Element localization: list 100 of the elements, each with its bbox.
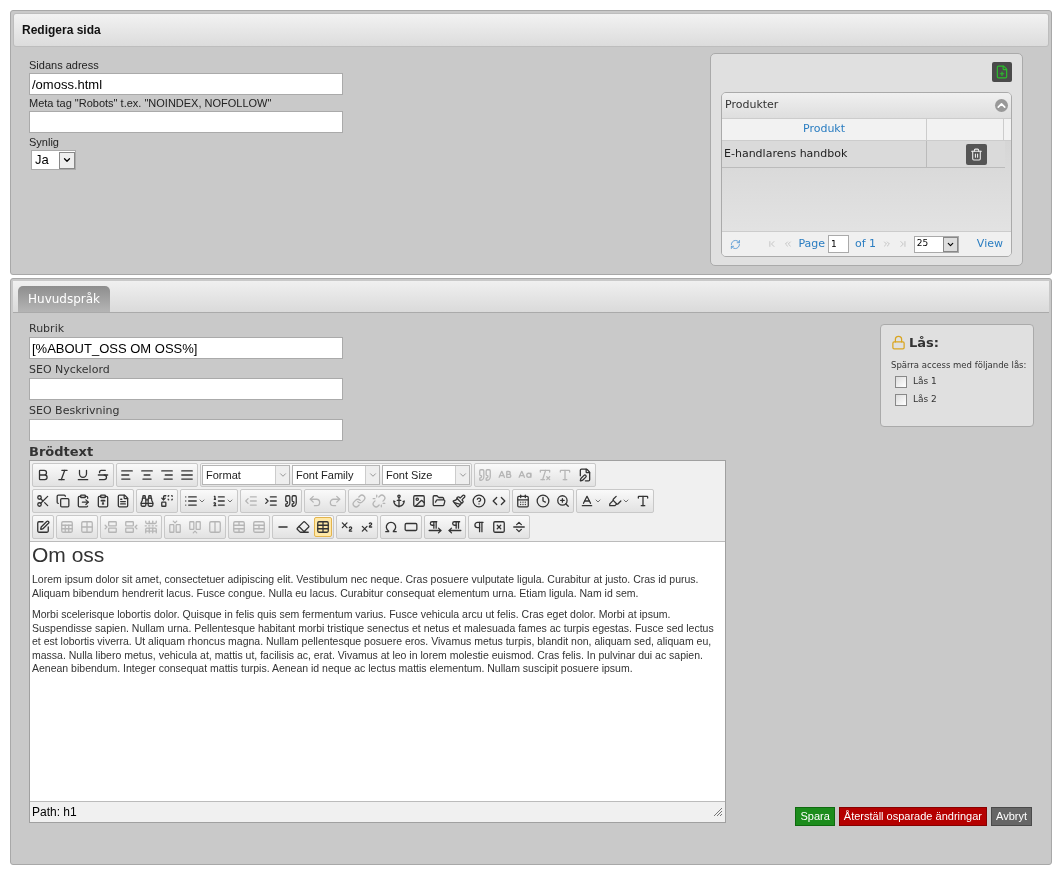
- checkbox[interactable]: [895, 393, 907, 406]
- field-label: Synlig: [29, 135, 60, 150]
- copy-icon: [56, 494, 70, 508]
- locks-title: Lås:: [909, 334, 939, 352]
- table-rows-icon: [144, 520, 158, 534]
- pen-square-icon: [36, 520, 50, 534]
- text-field[interactable]: /omoss.html: [29, 73, 343, 95]
- table-icon: [316, 520, 330, 534]
- checkbox[interactable]: [895, 376, 907, 388]
- text-color-icon: [580, 494, 594, 508]
- pilcrow-icon: [472, 520, 486, 534]
- link-icon: [352, 494, 366, 508]
- delete-button[interactable]: [965, 143, 987, 165]
- content-paragraph: Lorem ipsum dolor sit amet, consectetuer adipiscing elit. Vestibulum nec neque. Cras posuere vulputate ligula. Curabitur at justo. Cras id purus. Aliquam bibendum hendrerit lacus. Fusce congue. Nulla eu lacus. Curabitur consequat elementum urna. Etiam ligula. Nam id sem.: [32, 573, 700, 600]
- document-icon: [116, 494, 130, 508]
- caret-icon: [198, 497, 206, 505]
- redo-icon: [328, 494, 342, 508]
- split-cells-icon: [252, 520, 266, 534]
- letter-icon: [636, 494, 650, 508]
- superscript-icon: [360, 520, 374, 534]
- action-button[interactable]: Återställ osparade ändringar: [838, 807, 987, 826]
- text-field[interactable]: [%ABOUT_OSS OM OSS%]: [29, 337, 343, 359]
- align-left-icon: [120, 468, 134, 482]
- magnifier-icon: [556, 494, 570, 508]
- align-center-icon: [140, 468, 154, 482]
- outdent-icon: [244, 494, 258, 508]
- letter-icon: [558, 468, 572, 482]
- columns-icon: [208, 520, 222, 534]
- crossed-square-icon: [492, 520, 506, 534]
- text-field[interactable]: [29, 378, 343, 400]
- visible-select[interactable]: Ja: [31, 150, 76, 170]
- broken-link-icon: [372, 494, 386, 508]
- caret-icon: [226, 497, 234, 505]
- page-field[interactable]: 1: [828, 235, 849, 253]
- bulleted-list-icon: [184, 494, 198, 508]
- table-cell: E-handlarens handbok: [722, 141, 927, 167]
- field-label: SEO Beskrivning: [29, 403, 121, 419]
- toolbar-button[interactable]: [314, 517, 332, 537]
- document-pen-icon: [578, 468, 592, 482]
- brush-icon: [452, 494, 466, 508]
- grid-title: Produkter: [725, 97, 779, 114]
- grid-icon: [80, 520, 94, 534]
- resize-handle-icon[interactable]: [713, 807, 723, 817]
- strikethrough-icon: [96, 468, 110, 482]
- numbered-list-icon: [212, 494, 226, 508]
- page-break-icon: [512, 520, 526, 534]
- page-size-select[interactable]: 25: [913, 235, 959, 253]
- field-label: Meta tag "Robots" t.ex. "NOINDEX, NOFOLLOW": [29, 96, 273, 111]
- quote-icon: [478, 468, 492, 482]
- replace-icon: [160, 494, 174, 508]
- insert-column-icon: [188, 520, 202, 534]
- text-field[interactable]: [29, 111, 343, 133]
- insert-row-icon: [124, 520, 138, 534]
- caret-icon: [594, 497, 602, 505]
- element-path: Path: h1: [32, 804, 77, 821]
- table-grid-icon: [60, 520, 74, 534]
- indent-icon: [264, 494, 278, 508]
- view-label: View: [976, 235, 1003, 252]
- editor-content[interactable]: [30, 541, 725, 802]
- undo-icon: [308, 494, 322, 508]
- help-icon: [472, 494, 486, 508]
- struck-letter-icon: [538, 468, 552, 482]
- content-heading: Om oss: [32, 542, 106, 568]
- checkbox-label: Lås 1: [913, 375, 937, 389]
- action-button[interactable]: Avbryt: [991, 807, 1032, 826]
- body-label: Brödtext: [29, 444, 95, 460]
- binoculars-icon: [140, 494, 154, 508]
- calendar-icon: [516, 494, 530, 508]
- file-plus-icon: [995, 65, 1009, 79]
- highlighter-icon: [608, 494, 622, 508]
- quote-icon: [284, 494, 298, 508]
- anchor-icon: [392, 494, 406, 508]
- toolbar-select[interactable]: Format: [202, 465, 290, 485]
- image-icon: [412, 494, 426, 508]
- eraser-icon: [296, 520, 310, 534]
- underline-icon: [76, 468, 90, 482]
- italic-icon: [56, 468, 70, 482]
- content-paragraph: Morbi scelerisque lobortis dolor. Quisque in felis quis sem fermentum varius. Fusce vehicula arcu ut felis. Cras eget dolor. Morbi at ipsum. Suspendisse sapien. Nullam urna. Pellentesque habitant morbi tristique senectus et netus et malesuada fames ac turpis egestas. Fusce sed lectus et est lobortis viverra. Ut aliquam rhoncus magna. Nullam pellentesque posuere eros. Vivamus metus turpis, blandit non, aliquam sed, aliquam eu, massa. Nulla libero metus, vehicula at, mattis ut, facilisis ac, erat. Vivamus at leo in lorem molestie euismod. Cras felis. In pulvinar dui ac sapien. Aenean bibendum. Integer consequat mattis turpis. Aenean id neque ac lectus mattis elementum. Nullam suscipit posuere ipsum.: [32, 608, 715, 676]
- checkbox-label: Lås 2: [913, 392, 937, 406]
- collapse-icon[interactable]: [995, 99, 1008, 112]
- caret-icon: [622, 497, 630, 505]
- scissors-icon: [36, 494, 50, 508]
- page-label: Page: [798, 235, 825, 252]
- toolbar-select[interactable]: Font Size: [382, 465, 470, 485]
- caret-icon: [277, 470, 288, 480]
- omega-icon: [384, 520, 398, 534]
- toolbar-select[interactable]: Font Family: [292, 465, 380, 485]
- panel-title: Redigera sida: [22, 22, 101, 39]
- rectangle-icon: [404, 520, 418, 534]
- clock-icon: [536, 494, 550, 508]
- padlock-icon: [891, 335, 906, 351]
- text-field[interactable]: [29, 419, 343, 441]
- bold-icon: [36, 468, 50, 482]
- clipboard-text-icon: [96, 494, 110, 508]
- merge-cells-icon: [232, 520, 246, 534]
- caret-icon: [62, 155, 72, 165]
- pilcrow-arrow-icon: [428, 520, 442, 534]
- add-button[interactable]: [992, 62, 1012, 82]
- action-button[interactable]: Spara: [795, 807, 835, 826]
- align-justify-icon: [180, 468, 194, 482]
